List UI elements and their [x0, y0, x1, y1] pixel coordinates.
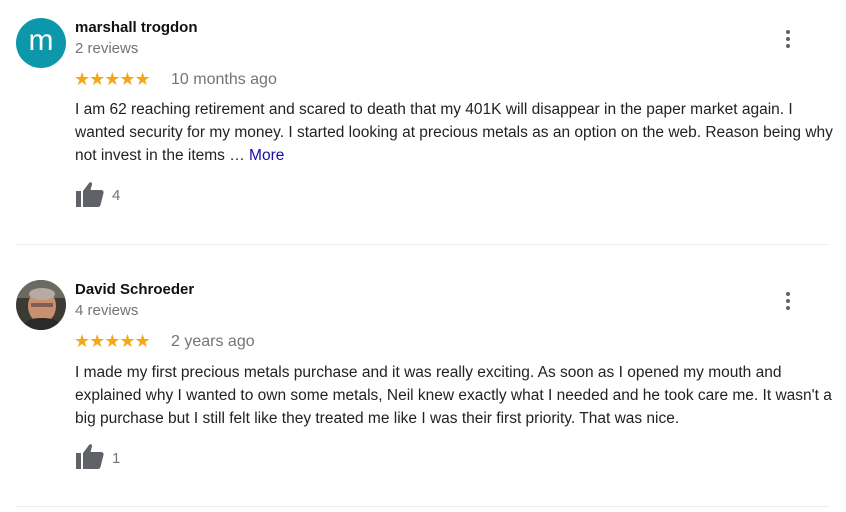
star-rating: ★★★★★	[74, 69, 151, 89]
more-link[interactable]: More	[249, 147, 284, 164]
more-vert-icon	[780, 292, 796, 310]
divider	[16, 506, 829, 507]
review-text-ellipsis: …	[229, 147, 245, 164]
reviewer-review-count: 4 reviews	[75, 302, 139, 319]
review-text: I made my first precious metals purchase…	[75, 364, 832, 427]
more-options-button[interactable]	[780, 290, 796, 312]
more-options-button[interactable]	[780, 28, 796, 50]
thumbs-up-icon[interactable]	[75, 180, 105, 208]
thumbs-up-icon[interactable]	[75, 442, 105, 470]
reviewer-avatar[interactable]: m	[16, 18, 66, 68]
reviewer-review-count: 2 reviews	[75, 40, 139, 57]
star-rating: ★★★★★	[74, 331, 151, 351]
review-text-body: I am 62 reaching retirement and scared t…	[75, 101, 833, 164]
divider	[16, 244, 829, 245]
review-date: 10 months ago	[171, 71, 277, 88]
reviewer-name[interactable]: marshall trogdon	[75, 19, 198, 36]
review-date: 2 years ago	[171, 333, 255, 350]
review-text: I am 62 reaching retirement and scared t…	[75, 98, 833, 167]
like-count: 1	[112, 450, 121, 467]
reviewer-name[interactable]: David Schroeder	[75, 281, 194, 298]
reviewer-photo	[16, 280, 66, 330]
like-count: 4	[112, 187, 121, 204]
reviewer-avatar[interactable]	[16, 280, 66, 330]
more-vert-icon	[780, 30, 796, 48]
